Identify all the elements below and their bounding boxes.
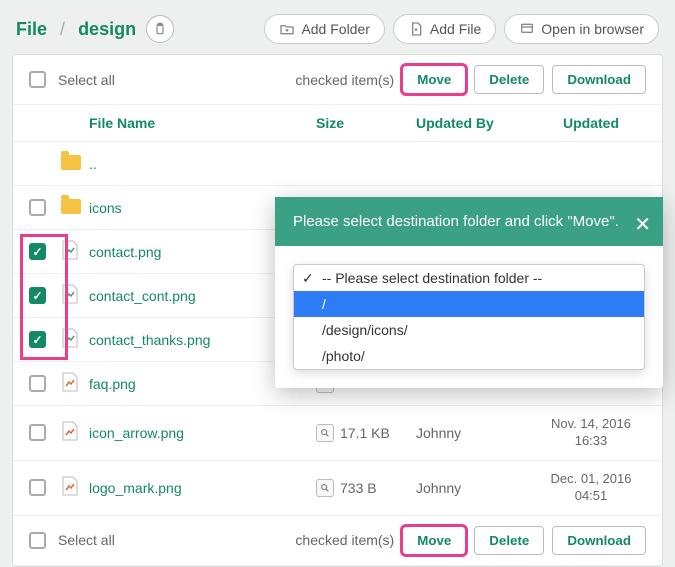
file-name[interactable]: .. (89, 156, 316, 172)
table-header: File Name Size Updated By Updated (13, 105, 662, 142)
download-button[interactable]: Download (552, 65, 646, 94)
breadcrumb-sep: / (60, 19, 65, 39)
select-all-checkbox[interactable] (29, 532, 46, 549)
updated-time: Dec. 01, 201604:51 (536, 471, 646, 505)
col-filename[interactable]: File Name (89, 115, 316, 131)
select-all-checkbox[interactable] (29, 71, 46, 88)
modal-header: Please select destination folder and cli… (275, 197, 663, 246)
table-row: icon_arrow.png17.1 KBJohnnyNov. 14, 2016… (13, 406, 662, 461)
checked-items-label: checked item(s) (295, 532, 394, 548)
table-row: logo_mark.png733 BJohnnyDec. 01, 201604:… (13, 461, 662, 516)
dropdown-option[interactable]: /photo/ (294, 343, 644, 369)
file-name[interactable]: logo_mark.png (89, 480, 316, 496)
action-bar-bottom: Select all checked item(s) Move Delete D… (13, 516, 662, 566)
file-icon (61, 372, 89, 395)
open-browser-button[interactable]: Open in browser (504, 14, 659, 44)
preview-icon[interactable] (316, 424, 334, 442)
modal-body: -- Please select destination folder -- /… (275, 246, 663, 388)
top-bar: File / design Add Folder Add File Open i… (0, 0, 675, 54)
dropdown-option[interactable]: / (294, 291, 644, 317)
move-button[interactable]: Move (402, 526, 466, 555)
breadcrumb-root[interactable]: File (16, 19, 47, 39)
updated-by: Johnny (416, 480, 536, 496)
clipboard-icon[interactable] (146, 15, 174, 43)
select-all-label: Select all (58, 72, 115, 88)
row-checkbox[interactable] (29, 375, 46, 392)
folder-icon (61, 155, 89, 173)
file-size: 17.1 KB (316, 424, 416, 442)
row-checkbox[interactable] (29, 331, 46, 348)
file-icon (61, 421, 89, 444)
col-updatedby[interactable]: Updated By (416, 115, 536, 131)
add-file-button[interactable]: Add File (393, 14, 496, 44)
download-button[interactable]: Download (552, 526, 646, 555)
modal-title: Please select destination folder and cli… (293, 213, 619, 230)
table-row: .. (13, 142, 662, 186)
file-size: 733 B (316, 479, 416, 497)
row-checkbox[interactable] (29, 479, 46, 496)
file-icon (61, 284, 89, 307)
file-icon (61, 476, 89, 499)
folder-icon (61, 199, 89, 217)
delete-button[interactable]: Delete (474, 526, 544, 555)
updated-time: Nov. 14, 201616:33 (536, 416, 646, 450)
breadcrumb-current[interactable]: design (78, 19, 136, 39)
col-updated[interactable]: Updated (536, 115, 646, 131)
checked-items-label: checked item(s) (295, 72, 394, 88)
dropdown-placeholder[interactable]: -- Please select destination folder -- (294, 265, 644, 291)
delete-button[interactable]: Delete (474, 65, 544, 94)
select-all-label: Select all (58, 532, 115, 548)
open-browser-label: Open in browser (541, 21, 644, 37)
row-checkbox[interactable] (29, 287, 46, 304)
add-folder-label: Add Folder (301, 21, 369, 37)
destination-dropdown[interactable]: -- Please select destination folder -- /… (293, 264, 645, 370)
updated-by: Johnny (416, 425, 536, 441)
move-button[interactable]: Move (402, 65, 466, 94)
file-icon (61, 328, 89, 351)
close-icon[interactable]: ✕ (634, 211, 651, 239)
row-checkbox[interactable] (29, 424, 46, 441)
file-name[interactable]: icon_arrow.png (89, 425, 316, 441)
add-folder-button[interactable]: Add Folder (264, 14, 384, 44)
file-icon (61, 240, 89, 263)
preview-icon[interactable] (316, 479, 334, 497)
action-bar-top: Select all checked item(s) Move Delete D… (13, 55, 662, 105)
move-modal: Please select destination folder and cli… (275, 197, 663, 388)
row-checkbox[interactable] (29, 199, 46, 216)
dropdown-option[interactable]: /design/icons/ (294, 317, 644, 343)
col-size[interactable]: Size (316, 115, 416, 131)
breadcrumb: File / design (16, 19, 136, 40)
add-file-label: Add File (430, 21, 481, 37)
row-checkbox[interactable] (29, 243, 46, 260)
